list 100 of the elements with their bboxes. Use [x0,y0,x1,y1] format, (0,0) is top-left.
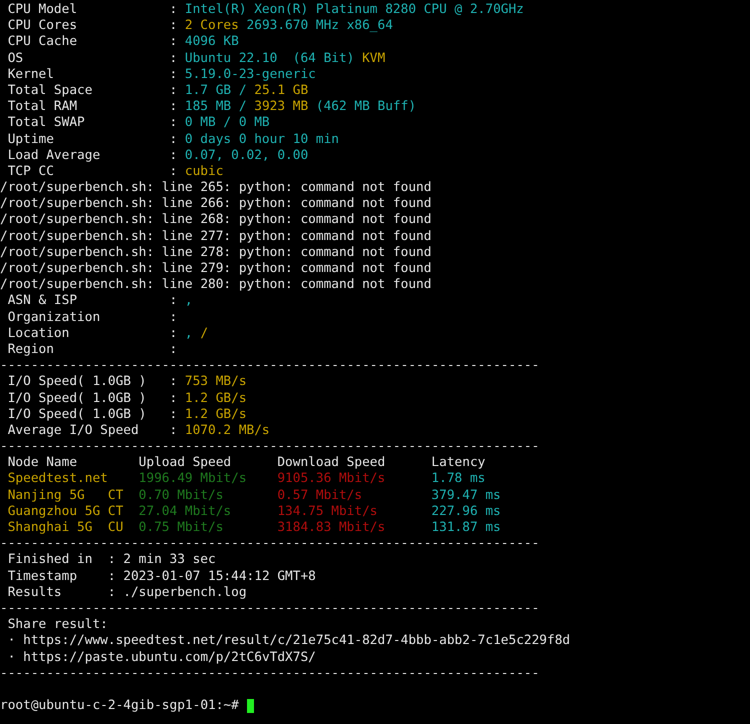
field-label: Results [8,584,63,601]
table-cell-text: 3184.83 Mbit/s [277,520,386,536]
table-cell-text: Shanghai 5G CU [8,520,124,536]
field-value: 3923 MB [254,99,308,116]
error-message: /root/superbench.sh: line 278: python: command not found [0,244,432,262]
field-label: CPU Cores [8,18,78,34]
field-label: ASN & ISP [8,293,78,310]
field-label: Total RAM [8,99,78,116]
field-label: CPU Model [8,2,78,18]
table-cell-text: 1996.49 Mbit/s [138,471,248,488]
colon-separator: : [169,132,178,148]
field-label: Average I/O Speed [8,422,140,440]
table-cell-text: Guangzhou 5G CT [8,504,124,520]
colon-separator: : [108,568,117,585]
colon-separator: : [169,50,178,67]
colon-separator: : [169,310,178,326]
field-value: 185 MB / [184,99,247,116]
field-value: 1070.2 MB/s [184,422,270,440]
colon-separator: : [169,390,178,407]
field-label: CPU Cache [8,34,78,51]
dashed-separator: ---------------------------------------------------------------------- [0,439,540,456]
table-cell: Latency [431,455,486,472]
field-value: 2693.670 MHz x86_64 [246,18,393,34]
dashed-separator: ---------------------------------------------------------------------- [0,600,540,618]
table-cell: 379.47 ms [431,488,501,504]
field-value: 0 days 0 hour 10 min [184,132,339,148]
field-value: 753 MB/s [184,374,247,391]
colon-separator: : [169,2,178,18]
output-text: · https://paste.ubuntu.com/p/2tC6vTdX7S/ [8,650,316,666]
colon-separator: : [169,406,178,423]
field-value: 0 MB / 0 MB [184,115,270,132]
field-label: OS [8,50,24,67]
field-value: / [200,326,208,342]
field-value: (462 MB Buff) [316,99,416,116]
table-cell: 1.78 ms [431,471,486,488]
field-value: , [184,326,193,342]
field-value: KVM [362,50,386,67]
table-cell: 131.87 ms [431,520,501,536]
colon-separator: : [169,148,178,164]
dashed-separator: ---------------------------------------------------------------------- [0,666,540,682]
colon-separator: : [169,164,178,180]
field-value: 2 Cores [184,18,239,34]
colon-separator: : [169,18,178,34]
field-label: I/O Speed( 1.0GB ) [8,374,148,391]
colon-separator: : [169,66,178,83]
field-value: 1.7 GB / [184,82,247,100]
field-value: 4096 KB [184,34,239,51]
field-value: , [184,293,193,310]
table-cell-text: 9105.36 Mbit/s [277,471,386,488]
field-label: Organization [8,310,102,326]
field-label: I/O Speed( 1.0GB ) [8,390,148,407]
field-value: 25.1 GB [254,82,308,100]
colon-separator: : [169,326,178,342]
error-message: /root/superbench.sh: line 279: python: command not found [0,261,432,278]
field-label: Location [8,326,70,342]
output-text: · https://www.speedtest.net/result/c/21e75c41-82d7-4bbb-abb2-7c1e5c229f8d [8,633,570,650]
field-value: Intel(R) Xeon(R) Platinum 8280 CPU @ 2.70GHz [184,2,524,18]
field-value: 2023-01-07 15:44:12 GMT+8 [123,568,316,585]
output-text: Share result: [8,617,108,634]
field-label: Load Average [8,148,102,164]
colon-separator: : [169,374,178,391]
field-value: 5.19.0-23-generic [184,66,316,83]
shell-prompt: root@ubuntu-c-2-4gib-sgp1-01:~# [0,698,239,714]
table-cell-text: 27.04 Mbit/s [138,504,232,520]
table-cell-text: Speedtest.net [8,471,109,488]
field-label: I/O Speed( 1.0GB ) [8,406,148,423]
colon-separator: : [169,342,178,358]
field-value: 2 min 33 sec [123,552,216,569]
field-value: ./superbench.log [123,584,247,601]
colon-separator: : [169,82,178,100]
dashed-separator: ---------------------------------------------------------------------- [0,536,540,552]
table-cell-text: 0.70 Mbit/s [138,488,224,504]
table-cell-text: Download Speed [277,455,386,472]
colon-separator: : [108,552,117,569]
field-value: Ubuntu 22.10 (64 Bit) [184,50,354,67]
colon-separator: : [108,584,117,601]
error-message: /root/superbench.sh: line 280: python: command not found [0,277,432,294]
field-label: Finished in [8,552,94,569]
field-value: 0.07, 0.02, 0.00 [184,148,308,164]
field-label: Region [8,342,55,358]
field-label: Uptime [8,132,55,148]
dashed-separator: ---------------------------------------------------------------------- [0,358,540,374]
table-cell-text: Nanjing 5G CT [8,488,124,504]
colon-separator: : [169,293,178,310]
cursor-icon [246,699,254,714]
colon-separator: : [169,34,178,51]
table-cell-text: 0.57 Mbit/s [277,488,364,504]
field-value: 1.2 GB/s [184,406,247,423]
colon-separator: : [169,422,178,440]
error-message: /root/superbench.sh: line 277: python: command not found [0,228,432,245]
error-message: /root/superbench.sh: line 265: python: command not found [0,180,432,196]
error-message: /root/superbench.sh: line 268: python: command not found [0,212,432,229]
field-label: Timestamp [8,568,78,585]
field-value: 1.2 GB/s [184,390,247,407]
field-label: TCP CC [8,164,55,180]
table-cell-text: Upload Speed [138,455,232,472]
table-cell: 227.96 ms [431,504,501,520]
colon-separator: : [169,99,178,116]
field-label: Total SWAP [8,115,86,132]
field-label: Total Space [8,82,94,100]
